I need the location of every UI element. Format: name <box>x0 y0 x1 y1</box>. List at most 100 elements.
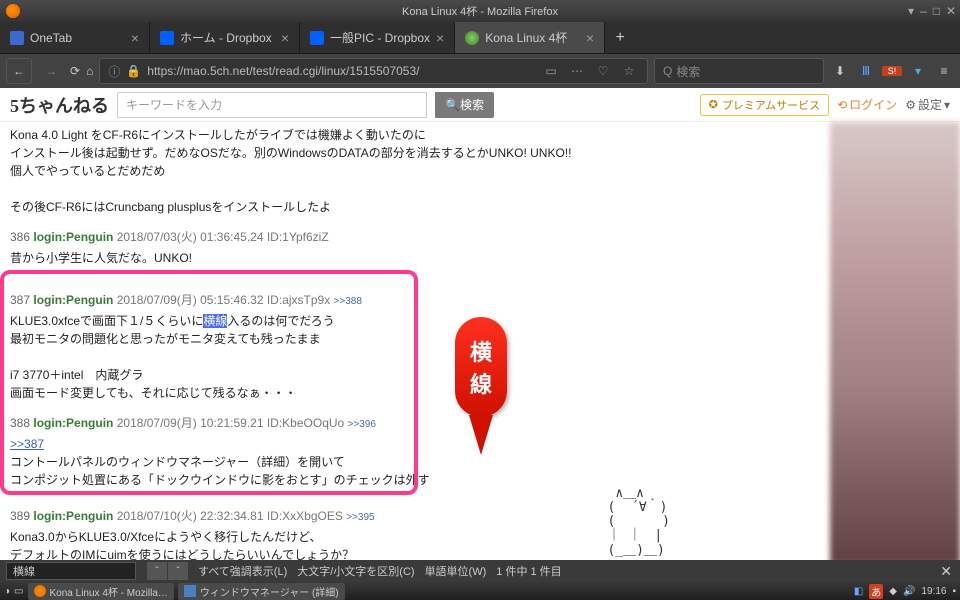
firefox-icon <box>34 585 46 597</box>
find-whole-word[interactable]: 単語単位(W) <box>425 563 487 579</box>
find-prev-button[interactable]: ˆ <box>147 562 167 580</box>
post-backref[interactable]: >>395 <box>346 512 374 523</box>
noscript-icon[interactable]: S! <box>882 66 902 76</box>
taskbar-task-windowmanager[interactable]: ウィンドウマネージャー (詳細) <box>178 583 345 600</box>
start-icon[interactable]: ◑ <box>4 586 10 597</box>
find-highlight: 横線 <box>203 314 227 328</box>
settings-link[interactable]: ⚙設定▾ <box>905 96 950 113</box>
maximize-icon[interactable]: □ <box>933 4 940 18</box>
sidebar-ad <box>830 122 960 564</box>
post-id: ID:ajxsTp9x <box>267 293 330 307</box>
post-num: 387 <box>10 293 30 307</box>
search-box[interactable]: Q 検索 <box>654 58 824 84</box>
ime-icon[interactable]: あ <box>869 584 883 599</box>
post-name[interactable]: login:Penguin <box>33 509 113 523</box>
volume-icon[interactable]: 🔊 <box>903 586 915 597</box>
new-tab-button[interactable]: + <box>605 22 635 53</box>
bookmark-icon[interactable]: ☆ <box>619 64 639 78</box>
post-388: 388 login:Penguin 2018/07/09(月) 10:21:59… <box>10 414 820 489</box>
find-result-count: 1 件中 1 件目 <box>496 563 561 579</box>
page-content: 5ちゃんねる キーワードを入力 🔍 検索 ✪プレミアムサービス ⟲ログイン ⚙設… <box>0 88 960 564</box>
downloads-icon[interactable]: ⬇ <box>830 64 850 78</box>
back-button[interactable]: ← <box>6 58 32 84</box>
tab-label: ホーム - Dropbox <box>180 29 275 46</box>
tab-dropbox-pic[interactable]: 一般PIC - Dropbox × <box>300 22 455 53</box>
clock[interactable]: 19:16 <box>921 586 946 597</box>
tab-strip: OneTab × ホーム - Dropbox × 一般PIC - Dropbox… <box>0 22 960 54</box>
tray-icon[interactable]: ◆ <box>889 586 897 597</box>
minimize-icon[interactable]: – <box>920 4 927 18</box>
close-tab-icon[interactable]: × <box>436 30 444 46</box>
find-next-button[interactable]: ˇ <box>168 562 188 580</box>
post-num: 389 <box>10 509 30 523</box>
site-logo[interactable]: 5ちゃんねる <box>10 92 109 118</box>
reload-button[interactable]: ⟳ <box>70 64 80 78</box>
dropbox-icon <box>160 31 174 45</box>
search-icon: Q <box>663 64 672 78</box>
find-bar: 横線 ˆ ˇ すべて強調表示(L) 大文字/小文字を区別(C) 単語単位(W) … <box>0 560 960 582</box>
close-tab-icon[interactable]: × <box>281 30 289 46</box>
post-name[interactable]: login:Penguin <box>33 416 113 430</box>
reader-icon[interactable]: ♡ <box>593 64 613 78</box>
address-bar[interactable]: ⓘ 🔒 https://mao.5ch.net/test/read.cgi/li… <box>99 58 648 84</box>
dropbox-icon <box>310 31 324 45</box>
post-num: 388 <box>10 416 30 430</box>
post-date: 2018/07/03(火) 01:36:45.24 <box>117 230 264 244</box>
post-date: 2018/07/09(月) 10:21:59.21 <box>117 416 264 430</box>
window-titlebar: Kona Linux 4杯 - Mozilla Firefox ▾ – □ ✕ <box>0 0 960 22</box>
page-action-icon[interactable]: ▭ <box>541 64 561 78</box>
close-tab-icon[interactable]: × <box>586 30 594 46</box>
tab-kona-linux[interactable]: Kona Linux 4杯 × <box>455 22 605 53</box>
anchor-link[interactable]: >>387 <box>10 437 44 451</box>
post-body: KLUE3.0xfceで画面下１/５くらいに横線入るのは何でだろう 最初モニタの… <box>10 312 820 402</box>
caret-down-icon[interactable]: ▾ <box>908 4 914 18</box>
find-match-case[interactable]: 大文字/小文字を区別(C) <box>297 563 414 579</box>
post-body: 昔から小学生に人気だな。UNKO! <box>10 249 820 267</box>
post-386: 386 login:Penguin 2018/07/03(火) 01:36:45… <box>10 228 820 267</box>
show-desktop-icon[interactable]: ▭ <box>14 586 23 597</box>
tab-label: 一般PIC - Dropbox <box>330 29 430 46</box>
post-date: 2018/07/10(火) 22:32:34.81 <box>117 509 264 523</box>
close-tab-icon[interactable]: × <box>131 30 139 46</box>
post-389: 389 login:Penguin 2018/07/10(火) 22:32:34… <box>10 507 820 564</box>
login-link[interactable]: ⟲ログイン <box>837 96 897 113</box>
tab-label: OneTab <box>30 31 125 45</box>
more-actions-icon[interactable]: ⋯ <box>567 64 587 78</box>
library-icon[interactable]: Ⅲ <box>856 64 876 78</box>
post-name[interactable]: login:Penguin <box>33 230 113 244</box>
site-header: 5ちゃんねる キーワードを入力 🔍 検索 ✪プレミアムサービス ⟲ログイン ⚙設… <box>0 88 960 122</box>
search-placeholder: 検索 <box>676 63 700 80</box>
find-highlight-all[interactable]: すべて強調表示(L) <box>198 563 287 579</box>
post-id: ID:XxXbgOES <box>267 509 343 523</box>
keyword-search-button[interactable]: 🔍 検索 <box>435 92 494 118</box>
tab-onetab[interactable]: OneTab × <box>0 22 150 53</box>
tab-label: Kona Linux 4杯 <box>485 29 580 46</box>
find-close-button[interactable]: ✕ <box>940 563 952 580</box>
home-button[interactable]: ⌂ <box>86 64 93 78</box>
info-icon[interactable]: ⓘ <box>108 63 120 80</box>
url-toolbar: ← → ⟳ ⌂ ⓘ 🔒 https://mao.5ch.net/test/rea… <box>0 54 960 88</box>
tab-dropbox-home[interactable]: ホーム - Dropbox × <box>150 22 300 53</box>
onetab-icon <box>10 31 24 45</box>
keyword-input[interactable]: キーワードを入力 <box>117 92 427 118</box>
find-input[interactable]: 横線 <box>6 562 136 580</box>
premium-link[interactable]: ✪プレミアムサービス <box>700 94 829 116</box>
close-window-icon[interactable]: ✕ <box>946 4 956 18</box>
login-icon: ⟲ <box>837 98 847 112</box>
ascii-art: ∧＿∧ ( ´∀｀) ( ) ｜ ｜ | (_＿)＿) <box>608 487 670 558</box>
taskbar: ◑ ▭ Kona Linux 4杯 - Mozilla… ウィンドウマネージャー… <box>0 582 960 600</box>
taskbar-task-firefox[interactable]: Kona Linux 4杯 - Mozilla… <box>28 583 174 600</box>
post-backref[interactable]: >>388 <box>334 296 362 307</box>
post-backref[interactable]: >>396 <box>348 419 376 430</box>
menu-icon[interactable]: ≡ <box>934 64 954 78</box>
tray-toggle-icon[interactable]: ▪ <box>952 586 956 597</box>
annotation-callout: 横 線 <box>455 317 507 455</box>
post-387: 387 login:Penguin 2018/07/09(月) 05:15:46… <box>10 291 820 402</box>
network-icon[interactable]: ◧ <box>854 586 863 597</box>
post-body: Kona3.0からKLUE3.0/Xfceにようやく移行したんだけど、 デフォル… <box>10 528 820 564</box>
sync-icon[interactable]: ▾ <box>908 64 928 78</box>
gear-icon: ⚙ <box>905 98 916 112</box>
forward-button: → <box>38 58 64 84</box>
post-name[interactable]: login:Penguin <box>33 293 113 307</box>
window-title: Kona Linux 4杯 - Mozilla Firefox <box>402 3 558 19</box>
